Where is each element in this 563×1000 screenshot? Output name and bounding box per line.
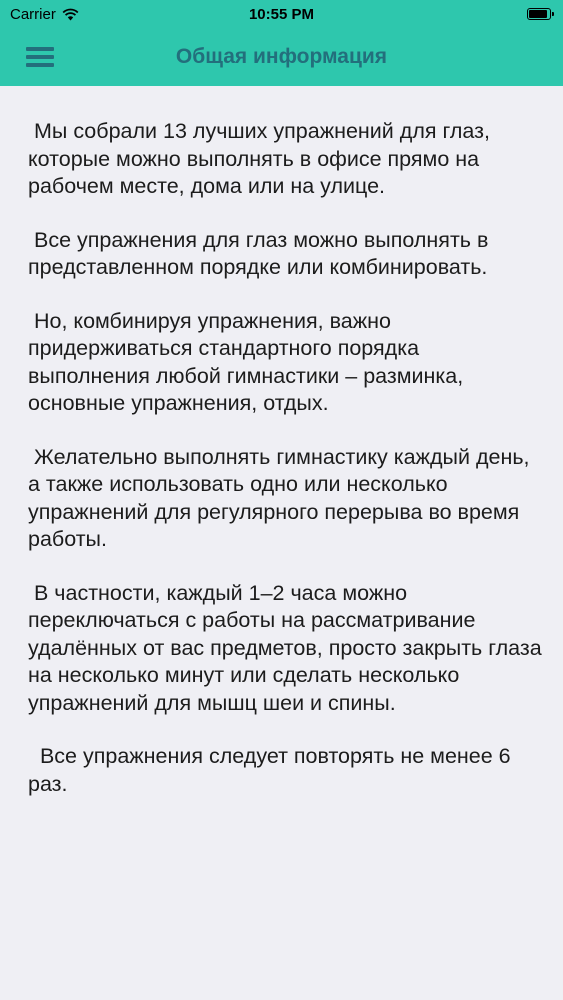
navigation-bar: Общая информация <box>0 30 563 86</box>
battery-icon <box>527 8 554 20</box>
paragraph: Все упражнения следует повторять не мене… <box>28 744 517 796</box>
page-title: Общая информация <box>175 45 388 68</box>
paragraph: В частности, каждый 1–2 часа можно перек… <box>28 580 548 715</box>
status-time: 10:55 PM <box>248 6 315 23</box>
paragraph: Желательно выполнять гимнастику каждый д… <box>28 444 536 552</box>
paragraph: Но, комбинируя упражнения, важно придерж… <box>28 308 470 416</box>
battery-level <box>529 10 547 18</box>
paragraph: Все упражнения для глаз можно выполнять … <box>28 227 495 280</box>
status-bar: Carrier 10:55 PM <box>0 0 563 30</box>
info-content: Мы собрали 13 лучших упражнений для глаз… <box>28 118 543 824</box>
paragraph: Мы собрали 13 лучших упражнений для глаз… <box>28 119 496 198</box>
